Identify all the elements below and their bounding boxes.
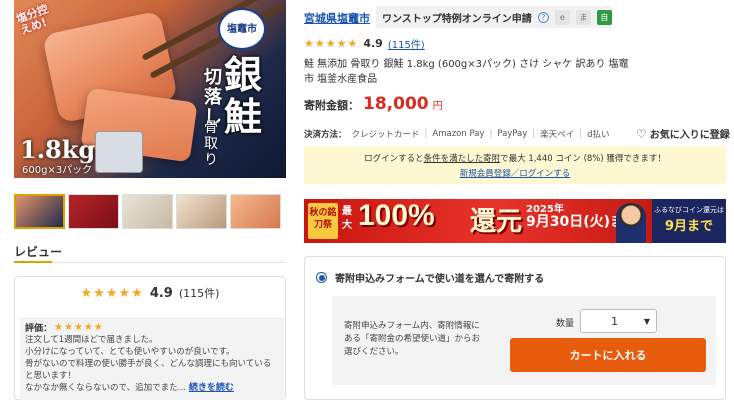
star-rating-icon: ★★★★★: [54, 322, 104, 333]
banner-right-panel: ふるなびコイン還元は 9月まで: [652, 199, 726, 243]
product-main-image[interactable]: 塩分控えめ! 塩竈市 銀鮭 切落し 骨取り 1.8kg 600g×3パック: [14, 0, 286, 178]
payment-method: Amazon Pay: [432, 129, 485, 139]
review-heading: レビュー: [14, 245, 63, 259]
review-text-line: なかなか無くならないので、追加でまた… 続きを読む: [25, 382, 279, 394]
review-text-line: と思います！: [25, 371, 77, 381]
radio-button[interactable]: [316, 272, 327, 283]
image-subtitle-2: 骨取り: [204, 120, 218, 168]
review-text-line: 注文して1週間ほどで届きました。: [25, 335, 158, 345]
separator: |: [489, 129, 493, 139]
favorite-label: お気に入りに登録: [649, 130, 730, 141]
divider: [14, 262, 286, 263]
image-subtitle: 切落し: [204, 67, 222, 128]
review-summary: ★★★★★ 4.9 (115件): [14, 285, 286, 301]
donation-option-label: 寄附申込みフォームで使い道を選んで寄附する: [335, 274, 545, 285]
banner-fest-label: 秋の銘刀祭: [308, 203, 338, 239]
package-graphic: [96, 132, 142, 172]
payment-methods: 決済方法： クレジットカード | Amazon Pay | PayPay | 楽天ペイ…: [304, 128, 609, 140]
banner-right-line1: ふるなびコイン還元は: [654, 206, 724, 214]
review-rating-label: 評価：: [25, 324, 53, 334]
review-text-line: 小分けになっていて、とても使いやすいのが良いです。: [25, 347, 235, 357]
onestop-application-bar[interactable]: ワンストップ特例オンライン申請 ? e ま 自: [376, 6, 612, 28]
price-unit: 円: [432, 101, 443, 112]
notice-text: ログインすると条件を満たした寄附で最大 1,440 コイン (8%) 獲得できま…: [364, 152, 666, 164]
review-card: 評価： ★★★★★ 注文して1週間ほどで届きました。 小分けになっていて、とても…: [20, 317, 284, 400]
quantity-label: 数量: [556, 319, 575, 329]
thumbnail-strip: [14, 194, 281, 229]
salt-label: 塩分控えめ!: [14, 2, 51, 38]
help-icon[interactable]: ?: [537, 11, 549, 23]
onestop-label: ワンストップ特例オンライン申請: [382, 13, 532, 25]
review-rating-row: 評価： ★★★★★: [25, 321, 279, 334]
city-link[interactable]: 宮城県塩竈市: [304, 10, 370, 26]
campaign-banner[interactable]: 秋の銘刀祭 最大 100% 還元 2025年 9月30日(火)まで ふるなびコイ…: [304, 199, 726, 243]
banner-person-image: [616, 203, 646, 243]
thumbnail-1[interactable]: [14, 194, 65, 229]
heart-icon: ♡: [636, 126, 647, 141]
city-badge: 塩竈市: [218, 8, 266, 50]
heading-underline: [14, 261, 52, 263]
read-more-link[interactable]: 続きを読む: [189, 383, 234, 393]
review-text-truncated: なかなか無くならないので、追加でまた…: [25, 383, 187, 393]
thumbnail-4[interactable]: [176, 194, 227, 229]
notice-pre: ログインすると: [364, 153, 424, 164]
ma-icon: ま: [575, 9, 591, 25]
register-login-link[interactable]: 新規会員登録／ログインする: [460, 167, 571, 179]
product-title: 鮭 無添加 骨取り 銀鮭 1.8kg (600g×3パック) さけ シャケ 訳あ…: [304, 59, 629, 85]
thumbnail-5[interactable]: [230, 194, 281, 229]
payment-method: d払い: [587, 130, 610, 140]
review-text-line: 骨がないので料理の使い勝手が良く、どんな調理にも向いている: [25, 359, 272, 369]
payment-label: 決済方法：: [304, 130, 347, 140]
e-icon: e: [554, 9, 570, 25]
separator: |: [424, 129, 428, 139]
thumbnail-2[interactable]: [68, 194, 119, 229]
payment-method: 楽天ペイ: [540, 130, 575, 140]
product-rating: ★★★★★ 4.9 (115件): [304, 36, 425, 51]
chevron-down-icon: ▼: [643, 316, 650, 326]
quantity-value: 1: [611, 314, 618, 328]
separator: |: [532, 129, 536, 139]
add-to-cart-button[interactable]: カートに入れる: [510, 338, 706, 372]
image-weight: 1.8kg: [20, 135, 96, 164]
star-rating-icon: ★★★★★: [304, 37, 359, 50]
image-weight-sub: 600g×3パック: [22, 165, 93, 176]
donation-form-description: 寄附申込みフォーム内、寄附情報にある「寄附金の希望使い道」からお選びください。: [344, 321, 481, 357]
payment-method: PayPay: [497, 129, 528, 139]
thumbnail-3[interactable]: [122, 194, 173, 229]
star-rating-icon: ★★★★★: [80, 285, 144, 301]
banner-percent: 100%: [358, 199, 435, 232]
rating-count-link[interactable]: (115件): [388, 36, 425, 51]
donation-option[interactable]: 寄附申込みフォームで使い道を選んで寄附する: [316, 270, 544, 285]
banner-max: 最大: [342, 206, 352, 231]
price-amount: 18,000: [363, 94, 429, 114]
notice-post: で最大 1,440 コイン (8%) 獲得できます！: [500, 153, 666, 164]
radio-selected-dot: [318, 274, 325, 281]
image-title: 銀鮭: [224, 52, 263, 139]
login-notice: ログインすると条件を満たした寄附で最大 1,440 コイン (8%) 獲得できま…: [304, 146, 726, 184]
banner-right-line2: 9月まで: [664, 219, 714, 234]
self-icon: 自: [596, 9, 612, 25]
payment-method: クレジットカード: [351, 130, 420, 140]
banner-kanji: 還元: [470, 207, 523, 237]
price-label: 寄附金額：: [304, 99, 359, 112]
review-count: (115件): [178, 287, 220, 300]
quantity-select[interactable]: 1 ▼: [580, 309, 657, 333]
review-score: 4.9: [149, 285, 173, 301]
conditions-link[interactable]: 条件を満たした寄附: [424, 154, 501, 164]
price-row: 寄附金額： 18,000 円: [304, 94, 443, 114]
favorite-button[interactable]: ♡ お気に入りに登録: [636, 126, 730, 142]
rating-score: 4.9: [363, 37, 383, 50]
separator: |: [579, 129, 583, 139]
